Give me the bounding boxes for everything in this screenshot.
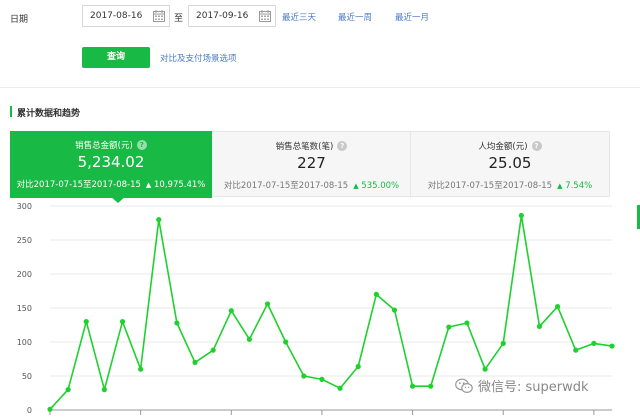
card-title-text: 销售总笔数(笔) [275,142,334,152]
data-point[interactable] [156,217,162,223]
data-point[interactable] [446,324,452,330]
watermark: 微信号: superwdk [455,376,589,395]
data-point[interactable] [174,320,180,326]
quick-range-1-month[interactable]: 最近一月 [395,11,429,23]
data-point[interactable] [210,347,216,353]
compare-options-link[interactable]: 对比及支付场景选项 [160,52,237,64]
end-date-input[interactable] [189,6,257,26]
y-tick-label: 100 [17,338,32,347]
wechat-icon [455,378,473,394]
card-change: 535.00% [361,181,400,191]
data-point[interactable] [536,323,543,329]
start-date-field[interactable] [82,5,170,27]
calendar-icon[interactable] [259,10,271,22]
data-point[interactable] [573,347,579,353]
date-label: 日期 [10,15,29,25]
data-point[interactable] [283,339,289,345]
y-tick-label: 150 [17,304,32,313]
data-point[interactable] [391,307,398,313]
data-point[interactable] [482,366,488,372]
date-separator: 至 [174,14,184,24]
data-point[interactable] [301,373,307,379]
card-title: 销售总笔数(笔)? [213,140,410,152]
arrow-up-icon: ▲ [353,182,359,190]
card-title-text: 销售总金额(元) [75,141,133,151]
data-point[interactable] [591,340,597,346]
card-change: 10,975.41% [154,180,206,190]
card-change: 7.54% [565,181,593,191]
data-point[interactable] [83,319,89,325]
card-title: 人均金额(元)? [411,140,609,152]
x-axis [49,409,612,415]
data-point[interactable] [464,320,470,326]
y-tick-label: 250 [17,236,32,245]
card-value: 5,234.02 [77,153,145,171]
watermark-text: 微信号: superwdk [478,380,589,395]
y-axis: 0 50 100 150 200 250 300 [17,202,32,415]
quick-range-1-week[interactable]: 最近一周 [338,11,372,23]
data-point[interactable] [319,376,325,382]
quick-range-3-days[interactable]: 最近三天 [282,11,316,23]
data-point[interactable] [138,366,144,372]
calendar-icon[interactable] [153,10,165,22]
card-compare: 对比2017-07-15至2017-08-15 ▲ 7.54% [411,179,609,191]
card-value: 25.05 [488,154,532,172]
end-date-field[interactable] [188,5,276,27]
data-point[interactable] [47,406,53,412]
card-compare: 对比2017-07-15至2017-08-15 ▲ 535.00% [213,179,410,191]
card-total-sales[interactable]: 销售总金额(元)? 5,234.02 对比2017-07-15至2017-08-… [10,131,212,198]
data-point[interactable] [65,387,71,393]
data-point[interactable] [246,336,253,342]
y-tick-label: 50 [22,372,32,381]
data-point[interactable] [409,383,416,389]
data-point[interactable] [119,319,126,325]
card-compare: 对比2017-07-15至2017-08-15 ▲ 10,975.41% [10,178,212,190]
data-point[interactable] [500,340,506,346]
y-tick-label: 0 [27,406,32,415]
start-date-input[interactable] [83,6,151,26]
data-point[interactable] [555,304,561,310]
data-point[interactable] [337,385,343,391]
help-icon[interactable]: ? [136,140,147,150]
card-compare-text: 对比2017-07-15至2017-08-15 [16,180,141,190]
data-point[interactable] [264,301,271,307]
card-compare-text: 对比2017-07-15至2017-08-15 [427,181,553,191]
card-title-text: 人均金额(元) [478,142,528,152]
card-title: 销售总金额(元)? [10,139,212,151]
metric-cards: 销售总金额(元)? 5,234.02 对比2017-07-15至2017-08-… [10,131,610,198]
arrow-up-icon: ▲ [145,181,152,189]
card-compare-text: 对比2017-07-15至2017-08-15 [223,181,349,191]
divider [0,87,640,88]
section-title: 累计数据和趋势 [17,109,81,119]
card-total-orders[interactable]: 销售总笔数(笔)? 227 对比2017-07-15至2017-08-15 ▲ 5… [213,132,411,198]
data-point[interactable] [609,343,615,349]
data-point[interactable] [428,383,434,389]
data-point[interactable] [373,291,379,297]
y-tick-label: 200 [17,270,32,279]
data-point[interactable] [355,363,361,370]
card-value: 227 [297,154,326,172]
section-accent-bar [10,106,12,117]
data-point[interactable] [101,387,107,393]
help-icon[interactable]: ? [531,141,542,151]
data-point[interactable] [192,359,198,365]
help-icon[interactable]: ? [337,141,348,151]
data-point[interactable] [518,212,524,219]
y-tick-label: 300 [17,202,32,211]
arrow-up-icon: ▲ [557,182,563,190]
data-point[interactable] [228,308,234,314]
card-avg-amount[interactable]: 人均金额(元)? 25.05 对比2017-07-15至2017-08-15 ▲ … [411,132,609,198]
query-button[interactable]: 查询 [82,47,150,68]
